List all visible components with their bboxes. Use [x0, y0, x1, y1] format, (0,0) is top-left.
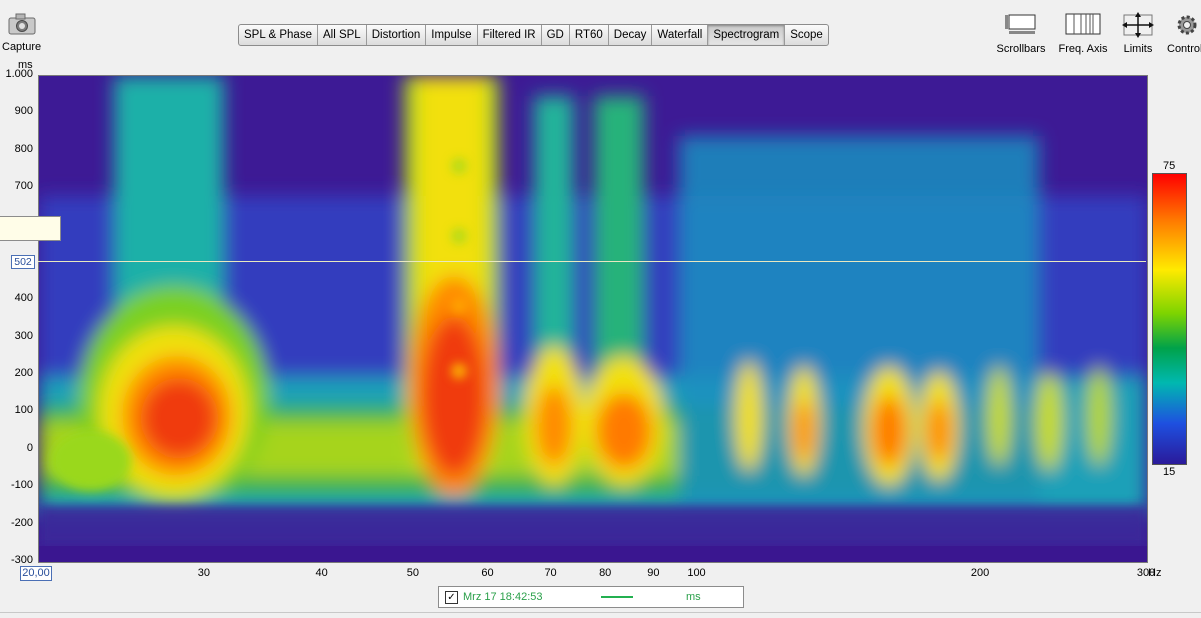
tab-decay[interactable]: Decay	[609, 25, 653, 45]
y-tick-label: 1.000	[5, 68, 33, 80]
x-tick-label: 80	[599, 567, 612, 579]
y-tick-label: 300	[14, 329, 33, 342]
x-tick-label: 30	[197, 567, 211, 579]
tab-waterfall[interactable]: Waterfall	[652, 25, 709, 45]
limits-button[interactable]: Limits	[1116, 10, 1160, 56]
tab-impulse[interactable]: Impulse	[426, 25, 478, 45]
x-tick-label: 70	[544, 567, 557, 579]
freq-axis-icon	[1065, 13, 1101, 35]
legend-unit: ms	[686, 591, 701, 603]
scale-max-label: 75	[1163, 160, 1176, 172]
bottom-divider	[0, 612, 1201, 613]
tab-all-spl[interactable]: All SPL	[318, 25, 367, 45]
tab-rt60[interactable]: RT60	[570, 25, 609, 45]
view-tabs: SPL & Phase All SPL Distortion Impulse Filte…	[238, 24, 829, 46]
capture-button[interactable]: Capture	[0, 8, 44, 56]
freq-axis-label: Freq. Axis	[1058, 43, 1108, 55]
capture-label: Capture	[2, 41, 42, 53]
y-tick-label: 200	[14, 367, 33, 380]
x-tick-label: 300	[1136, 567, 1156, 579]
controls-button[interactable]: Controls	[1165, 10, 1201, 56]
value-entry-box[interactable]	[0, 216, 61, 241]
cursor-time-readout[interactable]: 502	[11, 255, 35, 269]
legend-color-swatch	[601, 596, 633, 598]
spectrogram-plot[interactable]	[38, 75, 1148, 563]
x-tick-label: 90	[647, 567, 660, 579]
tab-distortion[interactable]: Distortion	[367, 25, 427, 45]
scrollbars-icon	[1005, 14, 1036, 34]
y-tick-label: 400	[14, 292, 33, 305]
scrollbars-button[interactable]: Scrollbars	[996, 10, 1046, 56]
controls-label: Controls	[1167, 43, 1201, 55]
gear-icon	[1177, 15, 1197, 35]
tab-spl-phase[interactable]: SPL & Phase	[239, 25, 318, 45]
y-tick-label: 0	[26, 441, 33, 454]
x-tick-label: 200	[970, 567, 990, 579]
scale-min-label: 15	[1163, 466, 1176, 478]
x-tick-label: 100	[687, 567, 706, 579]
x-tick-label: 50	[406, 567, 420, 579]
measurement-legend: ✓ Mrz 17 18:42:53 ms	[438, 586, 744, 608]
limits-label: Limits	[1123, 43, 1153, 55]
camera-icon	[8, 13, 36, 35]
scrollbars-label: Scrollbars	[996, 43, 1046, 55]
y-tick-label: 800	[14, 142, 33, 155]
x-start-field[interactable]: 20,00	[20, 566, 52, 581]
y-tick-label: -200	[10, 516, 33, 529]
y-tick-label: 900	[14, 105, 33, 118]
x-tick-label: 40	[315, 567, 328, 579]
x-tick-label: 60	[481, 567, 494, 579]
legend-measurement-name[interactable]: Mrz 17 18:42:53	[463, 591, 543, 603]
y-tick-label: 100	[14, 404, 33, 417]
y-tick-label: -100	[10, 479, 33, 492]
tab-gd[interactable]: GD	[542, 25, 570, 45]
limits-arrows-icon	[1122, 12, 1154, 38]
tab-scope[interactable]: Scope	[785, 25, 828, 45]
y-tick-label: -300	[10, 554, 33, 566]
tab-filtered-ir[interactable]: Filtered IR	[478, 25, 542, 45]
colour-scale-bar	[1152, 173, 1187, 465]
y-tick-label: 700	[14, 180, 33, 193]
tab-spectrogram[interactable]: Spectrogram	[708, 25, 786, 45]
freq-axis-button[interactable]: Freq. Axis	[1056, 10, 1110, 56]
spectrogram-image	[39, 76, 1147, 562]
time-cursor-line[interactable]	[38, 261, 1146, 262]
legend-checkbox[interactable]: ✓	[445, 591, 458, 604]
